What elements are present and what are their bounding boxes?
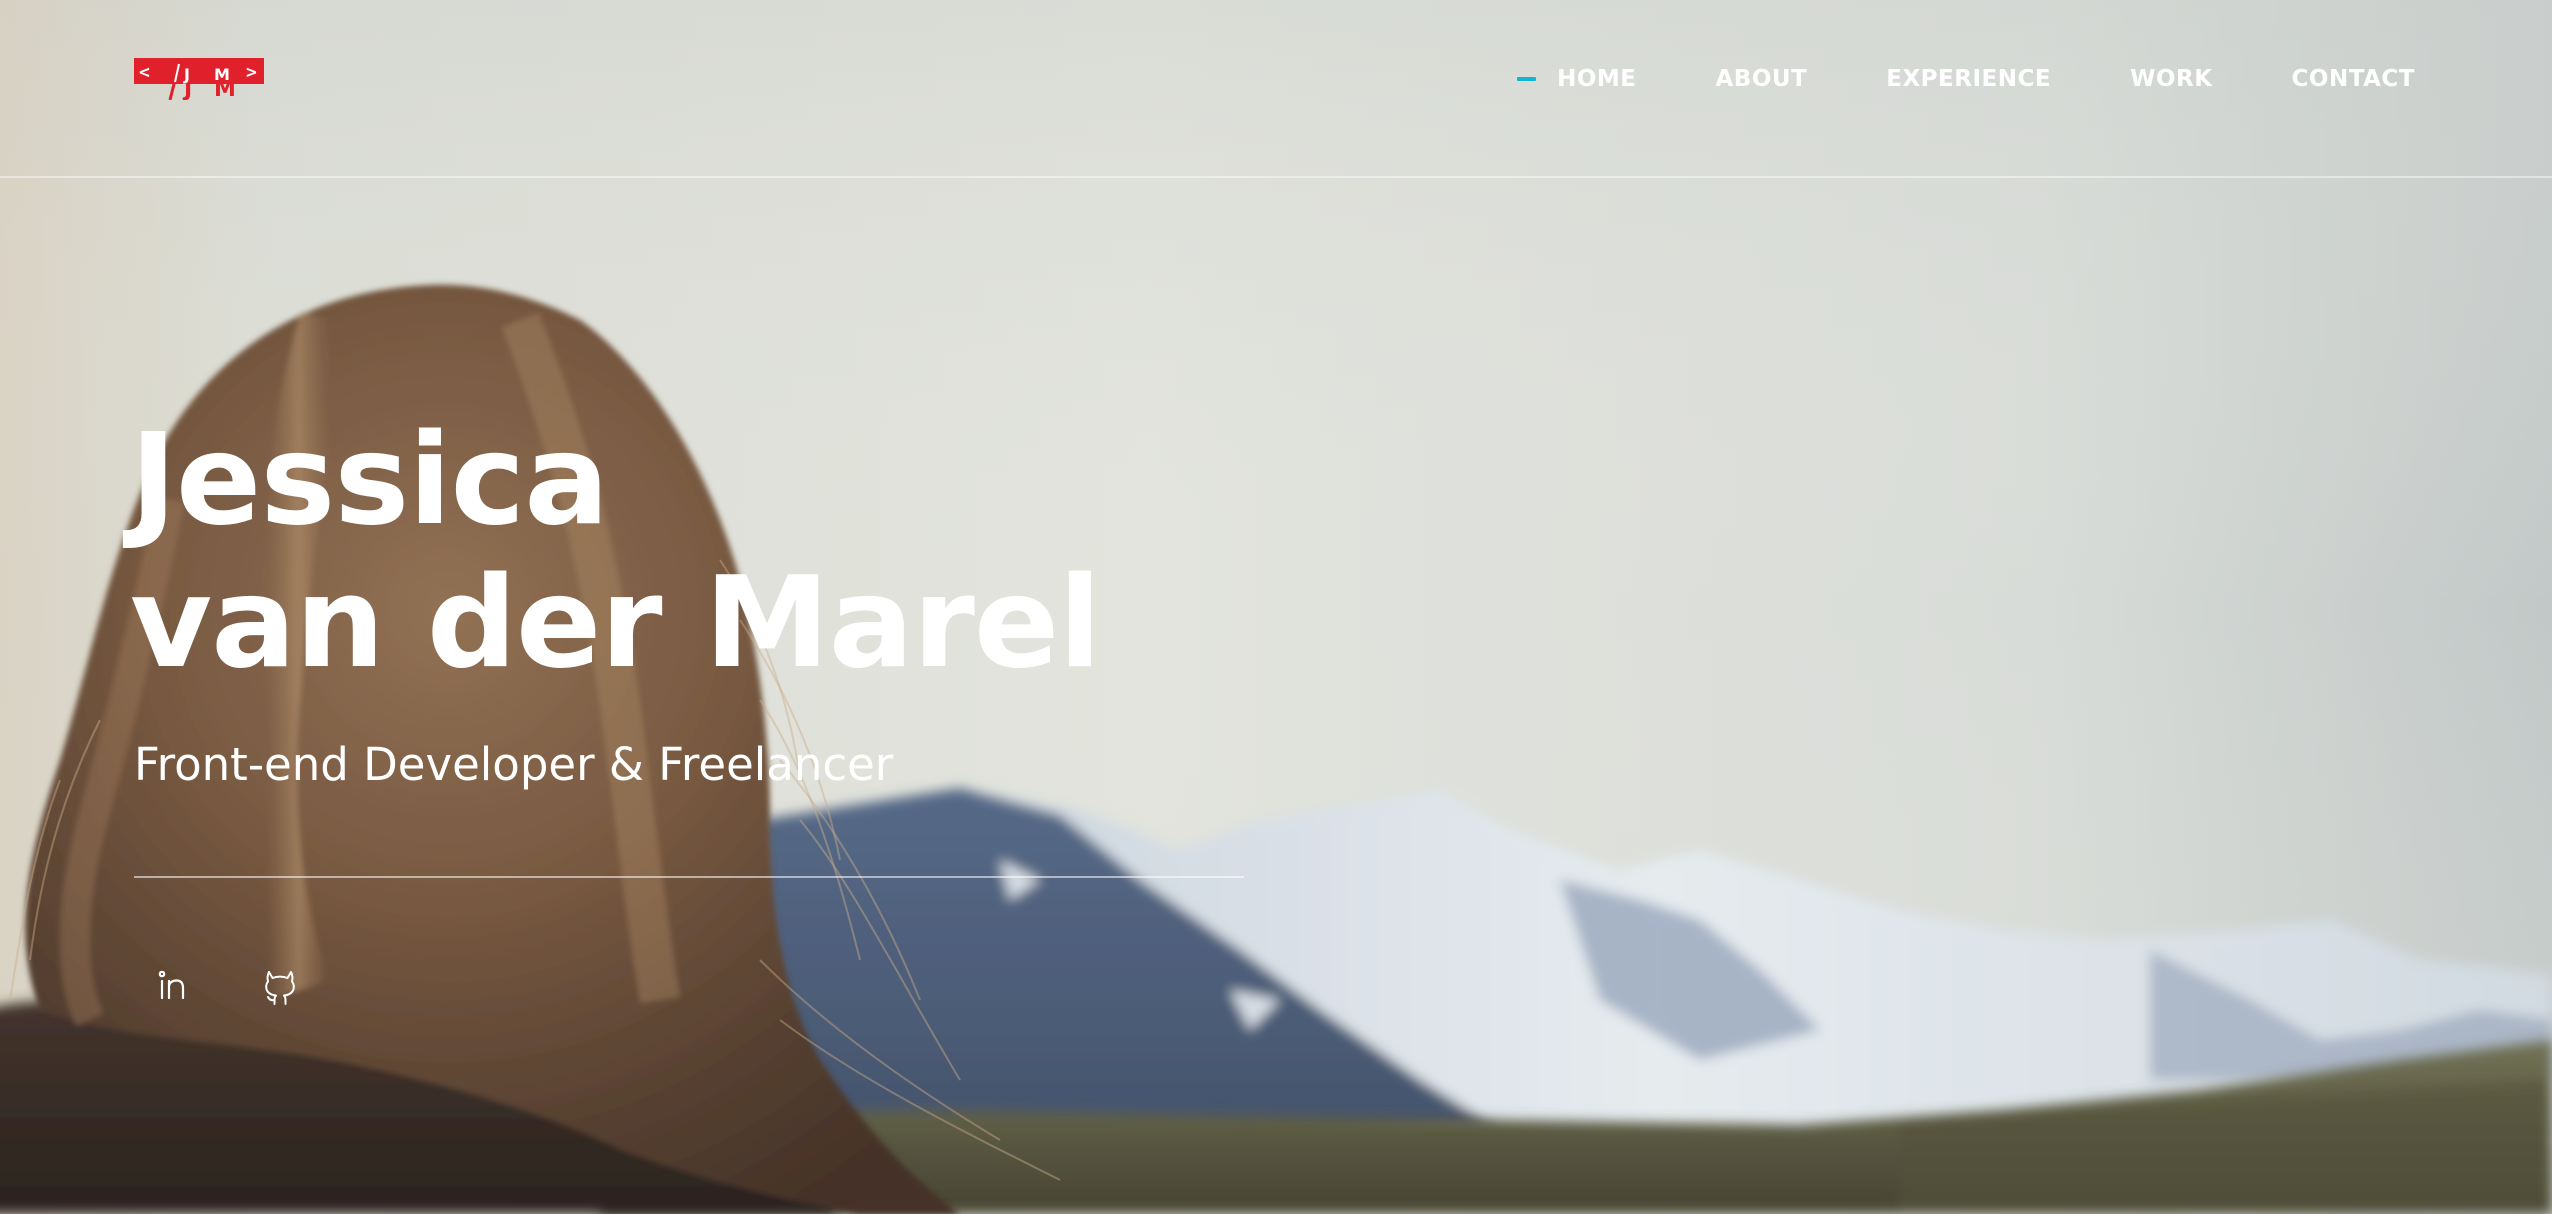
site-header: < J J M M > HOME ABOUT EXPERIENCE WORK C… [0,0,2552,178]
svg-text:J: J [183,65,190,84]
nav-item-label: CONTACT [2291,66,2415,92]
github-link[interactable] [260,966,300,1006]
main-nav: HOME ABOUT EXPERIENCE WORK CONTACT [1517,66,2415,92]
hero-name-line-2: van der Marel [130,549,1102,696]
nav-item-label: EXPERIENCE [1886,66,2052,92]
active-indicator [1517,77,1537,81]
nav-item-home[interactable]: HOME [1517,66,1636,92]
linkedin-icon [158,970,185,1000]
divider [134,876,1244,878]
nav-item-contact[interactable]: CONTACT [2292,66,2415,92]
logo[interactable]: < J J M M > [134,58,264,100]
hero-name: Jessica van der Marel [130,406,1102,696]
linkedin-link[interactable] [154,966,194,1006]
nav-item-label: ABOUT [1715,66,1808,92]
svg-text:>: > [246,62,257,83]
hero-subtitle: Front-end Developer & Freelancer [134,738,894,791]
nav-item-work[interactable]: WORK [2130,66,2212,92]
nav-item-label: HOME [1557,66,1637,92]
nav-item-label: WORK [2130,66,2213,92]
nav-item-experience[interactable]: EXPERIENCE [1886,66,2051,92]
page: < J J M M > HOME ABOUT EXPERIENCE WORK C… [0,0,2552,1214]
hero-name-line-1: Jessica [130,406,609,553]
github-icon [265,971,295,1005]
svg-text:<: < [139,62,150,83]
svg-text:M: M [214,65,230,84]
logo-icon: < J J M M > [134,58,264,100]
nav-item-about[interactable]: ABOUT [1715,66,1807,92]
social-links [154,966,366,1006]
